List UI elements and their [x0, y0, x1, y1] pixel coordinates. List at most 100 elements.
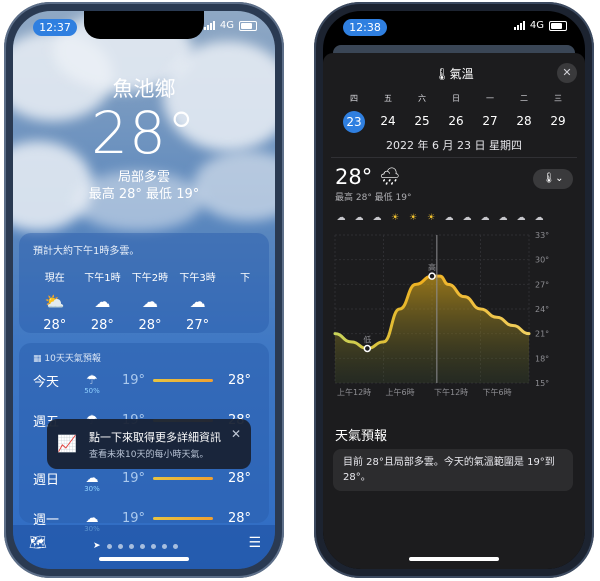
selected-full-date: 2022 年 6 月 23 日 星期四 [386, 139, 522, 152]
background-sheet [333, 45, 575, 53]
temperature-chart-svg[interactable]: 33° 30° 27° 24° 21° 18° 15° 高低上午12時 上午6時 下午12時 下午6… [333, 225, 571, 405]
map-icon[interactable]: 🗺 [29, 535, 47, 551]
temperature-chart[interactable]: 33° 30° 27° 24° 21° 18° 15° 高低上午12時 上午6時 下午12時 下午6… [333, 225, 571, 405]
date-number: 24 [380, 114, 396, 128]
date-number: 25 [414, 114, 430, 128]
hour-label: 下午3時 [179, 273, 216, 284]
temp-range-bar [153, 476, 213, 480]
divider [331, 157, 577, 158]
cloud-icon: ☁ [480, 213, 490, 223]
page-dot[interactable] [161, 543, 167, 549]
signal-icon [203, 21, 215, 30]
day-low: 19° [121, 510, 145, 526]
page-dot[interactable] [172, 543, 178, 549]
hourly-forecast-card[interactable]: 預計大約下午1時多雲。 現在 ⛅ 28° 下午1時 ☁ 28° 下午2時 ☁ 28° 下午3時 ☁ 2… [19, 233, 269, 333]
sheet-title: 🌡氣溫 [434, 67, 474, 81]
hour-temp: 27° [186, 318, 210, 333]
y-tick-label: 21° [535, 330, 549, 339]
sun-icon: ☀ [408, 213, 418, 223]
hourly-list: 現在 ⛅ 28° 下午1時 ☁ 28° 下午2時 ☁ 28° 下午3時 ☁ 27° 下 [31, 269, 269, 333]
day-high: 28° [227, 372, 251, 388]
cloud-icon: ☁ [498, 213, 508, 223]
y-tick-label: 30° [535, 256, 549, 265]
extreme-point [428, 272, 436, 280]
daily-row[interactable]: 週日 ☁ 30% 19° 28° [33, 467, 257, 493]
status-indicators: 4G [513, 20, 567, 31]
high-low-text: 最高 28° 最低 19° [335, 193, 412, 203]
page-dot[interactable] [106, 543, 112, 549]
page-indicator[interactable]: ➤ [93, 541, 178, 551]
precip-chance: 30% [84, 484, 100, 493]
hour-label: 下 [240, 273, 251, 284]
weekday-label: 二 [520, 94, 528, 103]
thermometer-icon: 🌡 [434, 67, 450, 81]
weekday-label: 一 [486, 94, 494, 103]
weekday-label: 四 [350, 94, 358, 103]
date-button[interactable]: 27 [473, 111, 507, 133]
extreme-label: 高 [428, 262, 436, 272]
y-tick-label: 27° [535, 280, 549, 289]
close-icon[interactable]: ✕ [231, 427, 241, 441]
x-tick-label: 上午6時 [386, 387, 415, 397]
unit-menu-button[interactable]: 🌡⌄ [533, 169, 573, 189]
temp-range-bar [153, 378, 213, 382]
x-tick-label: 下午6時 [483, 387, 512, 397]
hour-temp: 28° [138, 318, 162, 333]
date-button[interactable]: 29 [541, 111, 575, 133]
weekday-row: 四五六日一二三 [337, 93, 581, 104]
date-button[interactable]: 24 [371, 111, 405, 133]
hour-label: 現在 [44, 273, 65, 284]
close-button[interactable]: ✕ [557, 63, 577, 83]
temp-range-bar [153, 516, 213, 520]
y-tick-label: 33° [535, 231, 549, 240]
signal-icon [513, 21, 525, 30]
hour-temp: 28° [43, 318, 67, 333]
page-dot[interactable] [139, 543, 145, 549]
sun-icon: ☀ [390, 213, 400, 223]
cloud-icon: ☁ [462, 213, 472, 223]
tip-subtitle: 查看未來10天的每小時天氣。 [89, 450, 209, 460]
day-low: 19° [121, 372, 145, 388]
status-indicators: 4G [203, 20, 257, 31]
x-tick-label: 下午12時 [434, 387, 468, 397]
daily-row[interactable]: 今天 ☂ 50% 19° 28° [33, 369, 257, 395]
cloud-icon: ☁ [444, 213, 454, 223]
battery-icon [239, 20, 257, 31]
network-label: 4G [529, 20, 544, 31]
date-button[interactable]: 25 [405, 111, 439, 133]
page-dot[interactable] [117, 543, 123, 549]
extreme-label: 低 [363, 334, 371, 344]
current-temperature: 28° [91, 99, 197, 167]
cloud-icon: ☁ [534, 213, 544, 223]
tip-title: 點一下來取得更多詳細資訊 [89, 431, 221, 444]
date-number: 28 [516, 114, 532, 128]
extreme-point [363, 344, 372, 353]
current-temperature: 28° [335, 165, 373, 189]
hourly-item: 下午3時 ☁ 27° [174, 269, 222, 333]
list-icon[interactable]: ☰ [248, 535, 261, 551]
hourly-item: 現在 ⛅ 28° [31, 269, 79, 333]
date-button[interactable]: 23 [337, 111, 371, 133]
weekday-label: 日 [452, 94, 460, 103]
home-indicator [99, 557, 189, 561]
day-high: 28° [227, 510, 251, 526]
date-button[interactable]: 28 [507, 111, 541, 133]
day-name: 週日 [33, 472, 60, 488]
page-dot[interactable] [150, 543, 156, 549]
daily-forecast-title: ▦ 10天天氣預報 [33, 354, 101, 364]
forecast-summary: 目前 28°且局部多雲。今天的氣溫範圍是 19°到 28°。 [333, 449, 573, 491]
date-button[interactable]: 26 [439, 111, 473, 133]
cloud-moon-icon: ☁ [372, 213, 382, 223]
cloud-icon: ☁ [189, 292, 206, 311]
y-tick-label: 15° [535, 379, 549, 388]
rain-cloud-icon: 🌧 [379, 167, 401, 187]
cloud-icon: ☁ [516, 213, 526, 223]
bottom-toolbar: 🗺 ➤ ☰ [13, 525, 275, 569]
hour-label: 下午2時 [131, 273, 169, 284]
hour-label: 下午1時 [84, 273, 121, 284]
sun-icon: ☀ [426, 213, 436, 223]
tip-toast[interactable]: 📈 點一下來取得更多詳細資訊 查看未來10天的每小時天氣。 ✕ [47, 419, 251, 469]
page-dot[interactable] [128, 543, 134, 549]
hourly-summary: 預計大約下午1時多雲。 [33, 246, 140, 257]
weather-icon [221, 292, 269, 312]
